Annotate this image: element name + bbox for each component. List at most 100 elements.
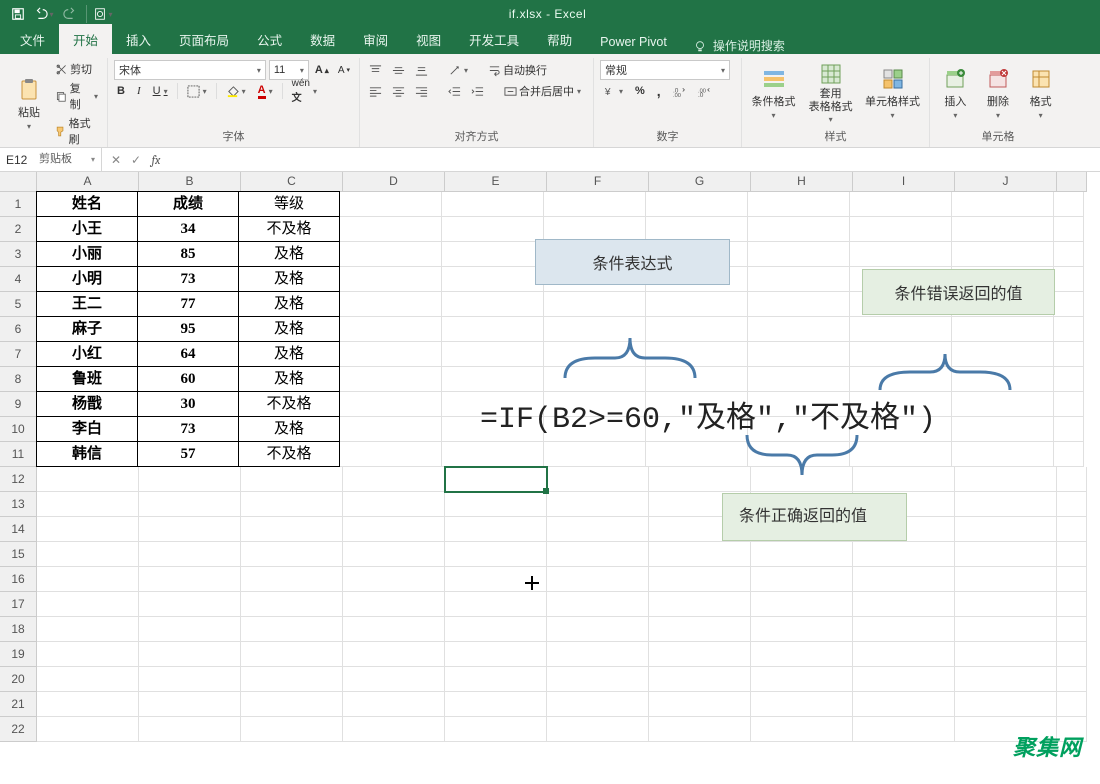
conditional-format-button[interactable]: 条件格式▾ <box>748 62 799 124</box>
cell[interactable] <box>340 242 442 267</box>
cell-styles-button[interactable]: 单元格样式▾ <box>862 62 923 124</box>
cell[interactable] <box>241 667 343 692</box>
cell[interactable] <box>955 517 1057 542</box>
cell[interactable] <box>547 492 649 517</box>
cell[interactable] <box>442 367 544 392</box>
cell[interactable] <box>340 192 442 217</box>
cell[interactable] <box>340 367 442 392</box>
cell[interactable]: 34 <box>137 216 239 242</box>
merge-center-button[interactable]: 合并后居中 <box>501 82 584 100</box>
cell[interactable] <box>1057 517 1087 542</box>
cell[interactable] <box>343 567 445 592</box>
column-header[interactable]: I <box>853 172 955 192</box>
row-header[interactable]: 19 <box>0 642 37 667</box>
increase-indent-button[interactable] <box>468 84 487 99</box>
cell[interactable]: 麻子 <box>36 316 138 342</box>
cell[interactable] <box>547 692 649 717</box>
cell[interactable] <box>340 392 442 417</box>
cell[interactable] <box>1057 642 1087 667</box>
increase-decimal-button[interactable]: .0.00 <box>670 84 689 99</box>
tell-me-search[interactable]: 操作说明搜索 <box>681 37 785 54</box>
cell[interactable] <box>748 217 850 242</box>
cell[interactable]: 成绩 <box>137 191 239 217</box>
cell[interactable] <box>343 492 445 517</box>
insert-cells-button[interactable]: 插入▾ <box>936 62 975 124</box>
cell[interactable] <box>853 467 955 492</box>
tab-dev[interactable]: 开发工具 <box>455 24 533 54</box>
cell[interactable] <box>445 642 547 667</box>
cell[interactable]: 等级 <box>238 191 340 217</box>
cell[interactable] <box>1057 467 1087 492</box>
cell[interactable]: 73 <box>137 416 239 442</box>
cell[interactable] <box>37 542 139 567</box>
cell[interactable] <box>1057 492 1087 517</box>
tab-help[interactable]: 帮助 <box>533 24 586 54</box>
column-header[interactable]: D <box>343 172 445 192</box>
cell[interactable] <box>748 367 850 392</box>
row-header[interactable]: 17 <box>0 592 37 617</box>
row-header[interactable]: 18 <box>0 617 37 642</box>
comma-button[interactable]: , <box>654 82 664 100</box>
font-name-select[interactable]: 宋体▾ <box>114 60 266 80</box>
cell[interactable] <box>850 192 952 217</box>
cell[interactable] <box>139 642 241 667</box>
row-header[interactable]: 12 <box>0 467 37 492</box>
cell[interactable] <box>343 542 445 567</box>
cell[interactable] <box>544 442 646 467</box>
cell[interactable] <box>340 317 442 342</box>
cell[interactable] <box>241 542 343 567</box>
cell[interactable]: 64 <box>137 341 239 367</box>
column-header[interactable]: J <box>955 172 1057 192</box>
tab-review[interactable]: 审阅 <box>349 24 402 54</box>
cell[interactable] <box>442 342 544 367</box>
cell[interactable] <box>748 242 850 267</box>
cell[interactable]: 杨戬 <box>36 391 138 417</box>
cell[interactable] <box>748 292 850 317</box>
cell[interactable] <box>241 692 343 717</box>
cell[interactable] <box>445 667 547 692</box>
cell[interactable] <box>853 717 955 742</box>
cell[interactable] <box>1054 442 1084 467</box>
cell[interactable] <box>952 217 1054 242</box>
cell[interactable]: 及格 <box>238 341 340 367</box>
cell[interactable] <box>955 492 1057 517</box>
decrease-indent-button[interactable] <box>445 84 464 99</box>
cell[interactable] <box>139 542 241 567</box>
tab-file[interactable]: 文件 <box>6 24 59 54</box>
cell[interactable] <box>343 717 445 742</box>
cell[interactable] <box>1054 367 1084 392</box>
row-header[interactable]: 1 <box>0 192 37 217</box>
cell[interactable] <box>442 217 544 242</box>
phonetic-button[interactable]: wén文 <box>289 77 320 105</box>
cell[interactable]: 60 <box>137 366 239 392</box>
align-top-button[interactable] <box>366 63 385 78</box>
cell[interactable] <box>649 617 751 642</box>
cell[interactable] <box>241 617 343 642</box>
cell[interactable] <box>853 642 955 667</box>
cell[interactable] <box>442 317 544 342</box>
row-header[interactable]: 8 <box>0 367 37 392</box>
column-header[interactable]: H <box>751 172 853 192</box>
cell[interactable] <box>748 317 850 342</box>
cell[interactable] <box>547 542 649 567</box>
cell[interactable] <box>1057 592 1087 617</box>
cell[interactable] <box>649 567 751 592</box>
cell[interactable]: 77 <box>137 291 239 317</box>
cell[interactable]: 王二 <box>36 291 138 317</box>
cell[interactable] <box>952 442 1054 467</box>
cell[interactable] <box>853 542 955 567</box>
border-button[interactable] <box>184 84 210 99</box>
underline-button[interactable]: U <box>150 84 171 98</box>
cell[interactable] <box>646 192 748 217</box>
cell[interactable]: 及格 <box>238 416 340 442</box>
cell[interactable] <box>850 217 952 242</box>
cell[interactable] <box>340 417 442 442</box>
copy-button[interactable]: 复制 <box>52 79 101 113</box>
cell[interactable] <box>547 517 649 542</box>
cell[interactable] <box>955 617 1057 642</box>
cell[interactable] <box>139 492 241 517</box>
cell[interactable] <box>343 467 445 492</box>
cell[interactable] <box>955 567 1057 592</box>
tab-powerpivot[interactable]: Power Pivot <box>586 29 681 54</box>
cell[interactable] <box>139 692 241 717</box>
